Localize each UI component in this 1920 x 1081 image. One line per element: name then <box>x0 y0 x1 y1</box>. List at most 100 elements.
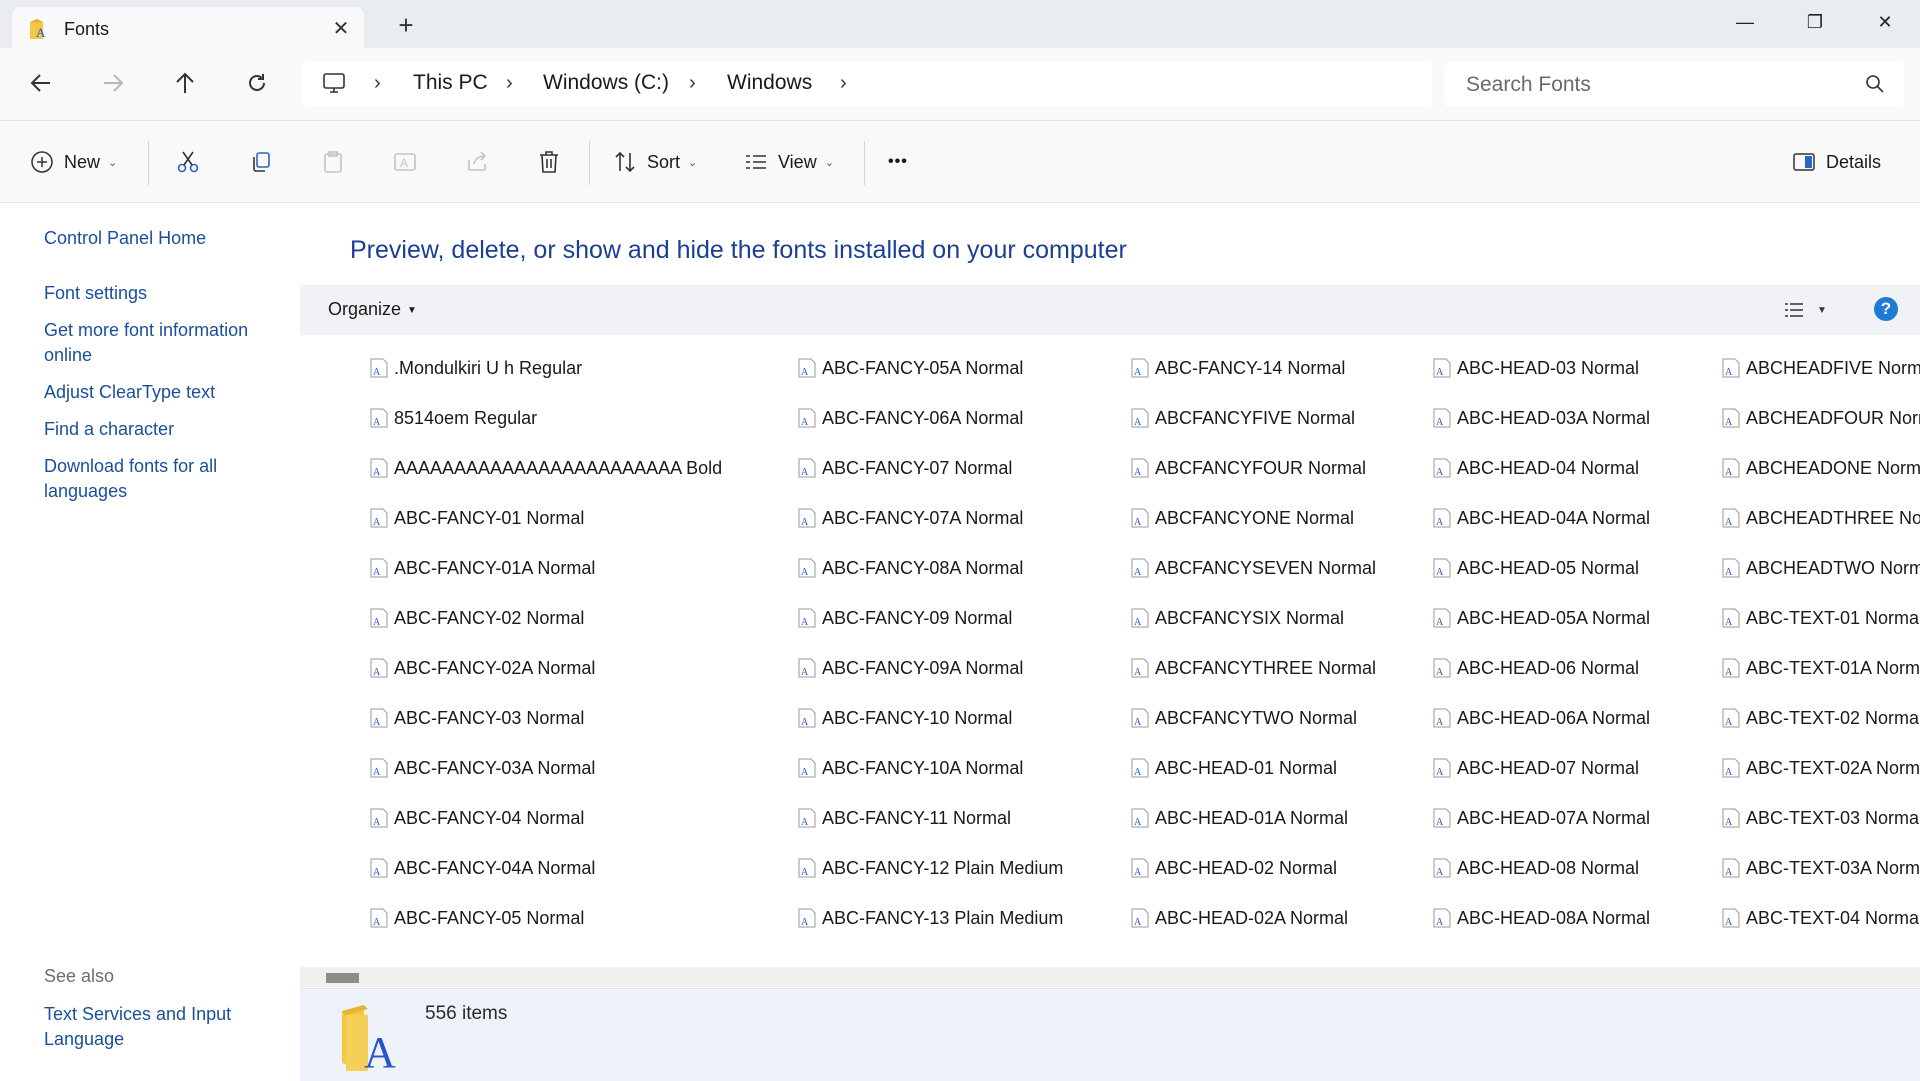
font-item[interactable]: A ABC-HEAD-07A Normal <box>1431 804 1650 832</box>
font-item[interactable]: A ABC-FANCY-12 Plain Medium <box>796 854 1063 882</box>
font-item[interactable]: A ABCFANCYTWO Normal <box>1129 704 1357 732</box>
cut-button[interactable] <box>176 143 200 181</box>
chevron-right-icon[interactable]: › <box>840 72 847 95</box>
control-panel-home-link[interactable]: Control Panel Home <box>44 226 284 251</box>
delete-button[interactable] <box>537 143 561 181</box>
font-item[interactable]: A 8514oem Regular <box>368 404 537 432</box>
font-item[interactable]: A ABC-HEAD-08 Normal <box>1431 854 1639 882</box>
font-item[interactable]: A ABC-HEAD-05A Normal <box>1431 604 1650 632</box>
up-button[interactable] <box>167 65 203 101</box>
change-view-button[interactable]: ▼ <box>1784 299 1827 320</box>
refresh-button[interactable] <box>239 65 275 101</box>
details-button[interactable]: Details <box>1792 143 1881 181</box>
close-tab-icon[interactable]: ✕ <box>328 16 354 42</box>
more-font-info-link[interactable]: Get more font information online <box>44 318 284 368</box>
font-item[interactable]: A ABC-HEAD-02A Normal <box>1129 904 1348 932</box>
font-item[interactable]: A ABC-FANCY-04 Normal <box>368 804 584 832</box>
font-item[interactable]: A ABCFANCYSEVEN Normal <box>1129 554 1376 582</box>
font-item[interactable]: A ABC-HEAD-01 Normal <box>1129 754 1337 782</box>
font-item[interactable]: A ABC-HEAD-02 Normal <box>1129 854 1337 882</box>
font-settings-link[interactable]: Font settings <box>44 281 284 306</box>
minimize-button[interactable]: — <box>1710 0 1780 44</box>
text-services-link[interactable]: Text Services and Input Language <box>44 1002 284 1052</box>
font-item[interactable]: A ABC-HEAD-05 Normal <box>1431 554 1639 582</box>
close-window-button[interactable]: ✕ <box>1850 0 1920 44</box>
font-item[interactable]: A ABCHEADFOUR Norn <box>1720 404 1920 432</box>
font-item[interactable]: A ABC-FANCY-06A Normal <box>796 404 1023 432</box>
maximize-button[interactable]: ❐ <box>1780 0 1850 44</box>
horizontal-scrollbar[interactable] <box>300 967 1920 987</box>
font-item[interactable]: A ABC-FANCY-05 Normal <box>368 904 584 932</box>
more-options-button[interactable]: ••• <box>888 143 908 181</box>
breadcrumb-this-pc[interactable]: This PC <box>413 71 488 95</box>
new-button[interactable]: New ⌄ <box>30 143 117 181</box>
font-item[interactable]: A ABC-FANCY-07A Normal <box>796 504 1023 532</box>
font-item[interactable]: A ABC-FANCY-10A Normal <box>796 754 1023 782</box>
share-button[interactable] <box>465 143 489 181</box>
font-item[interactable]: A ABC-HEAD-01A Normal <box>1129 804 1348 832</box>
font-item[interactable]: A ABC-FANCY-10 Normal <box>796 704 1012 732</box>
font-item[interactable]: A ABC-FANCY-09 Normal <box>796 604 1012 632</box>
search-box[interactable] <box>1444 61 1904 107</box>
font-item[interactable]: A ABC-FANCY-07 Normal <box>796 454 1012 482</box>
chevron-right-icon[interactable]: › <box>689 72 696 95</box>
tab-fonts[interactable]: A Fonts ✕ <box>12 7 364 48</box>
adjust-cleartype-link[interactable]: Adjust ClearType text <box>44 380 284 405</box>
font-item[interactable]: A ABCFANCYFIVE Normal <box>1129 404 1355 432</box>
font-item[interactable]: A ABC-FANCY-02 Normal <box>368 604 584 632</box>
font-item[interactable]: A ABC-FANCY-13 Plain Medium <box>796 904 1063 932</box>
font-item[interactable]: A ABC-FANCY-04A Normal <box>368 854 595 882</box>
font-item[interactable]: A ABC-TEXT-02A Norma <box>1720 754 1920 782</box>
font-item[interactable]: A ABC-TEXT-01 Normal <box>1720 604 1920 632</box>
font-item[interactable]: A ABC-TEXT-03 Normal <box>1720 804 1920 832</box>
font-item[interactable]: A ABC-TEXT-02 Normal <box>1720 704 1920 732</box>
chevron-right-icon[interactable]: › <box>374 72 381 95</box>
rename-button[interactable]: A <box>393 143 417 181</box>
font-item[interactable]: A ABCFANCYONE Normal <box>1129 504 1354 532</box>
help-icon[interactable]: ? <box>1874 297 1898 321</box>
font-item[interactable]: A ABC-HEAD-03 Normal <box>1431 354 1639 382</box>
font-item[interactable]: A ABC-FANCY-01A Normal <box>368 554 595 582</box>
download-fonts-link[interactable]: Download fonts for all languages <box>44 454 284 504</box>
font-item[interactable]: A ABC-FANCY-11 Normal <box>796 804 1011 832</box>
scrollbar-thumb[interactable] <box>326 973 359 983</box>
font-item[interactable]: A ABC-FANCY-08A Normal <box>796 554 1023 582</box>
font-item[interactable]: A ABCHEADTWO Norma <box>1720 554 1920 582</box>
chevron-right-icon[interactable]: › <box>506 72 513 95</box>
font-item[interactable]: A ABCHEADFIVE Norma <box>1720 354 1920 382</box>
forward-button[interactable] <box>95 65 131 101</box>
font-item[interactable]: A ABC-HEAD-04A Normal <box>1431 504 1650 532</box>
copy-button[interactable] <box>249 143 273 181</box>
search-input[interactable] <box>1464 70 1848 100</box>
font-item[interactable]: A ABC-HEAD-06 Normal <box>1431 654 1639 682</box>
font-item[interactable]: A ABCFANCYSIX Normal <box>1129 604 1344 632</box>
font-item[interactable]: A ABCHEADONE Norma <box>1720 454 1920 482</box>
font-item[interactable]: A ABC-HEAD-08A Normal <box>1431 904 1650 932</box>
font-item[interactable]: A AAAAAAAAAAAAAAAAAAAAAAAA Bold <box>368 454 722 482</box>
organize-menu[interactable]: Organize ▼ <box>328 299 417 320</box>
font-item[interactable]: A ABC-HEAD-04 Normal <box>1431 454 1639 482</box>
font-item[interactable]: A .Mondulkiri U h Regular <box>368 354 582 382</box>
find-character-link[interactable]: Find a character <box>44 417 284 442</box>
font-item[interactable]: A ABC-TEXT-03A Norma <box>1720 854 1920 882</box>
font-item[interactable]: A ABC-TEXT-01A Norma <box>1720 654 1920 682</box>
font-item[interactable]: A ABC-FANCY-03A Normal <box>368 754 595 782</box>
font-item[interactable]: A ABC-FANCY-05A Normal <box>796 354 1023 382</box>
font-item[interactable]: A ABC-HEAD-03A Normal <box>1431 404 1650 432</box>
font-item[interactable]: A ABCFANCYFOUR Normal <box>1129 454 1366 482</box>
font-item[interactable]: A ABC-FANCY-14 Normal <box>1129 354 1345 382</box>
font-item[interactable]: A ABC-TEXT-04 Normal <box>1720 904 1920 932</box>
breadcrumb-windows[interactable]: Windows <box>727 71 812 95</box>
font-item[interactable]: A ABC-FANCY-01 Normal <box>368 504 584 532</box>
paste-button[interactable] <box>321 143 345 181</box>
font-item[interactable]: A ABC-HEAD-06A Normal <box>1431 704 1650 732</box>
search-icon[interactable] <box>1864 73 1886 95</box>
back-button[interactable] <box>23 65 59 101</box>
breadcrumb-windows-c[interactable]: Windows (C:) <box>543 71 669 95</box>
font-item[interactable]: A ABC-FANCY-09A Normal <box>796 654 1023 682</box>
address-bar[interactable]: › This PC › Windows (C:) › Windows › <box>302 61 1432 107</box>
font-item[interactable]: A ABCFANCYTHREE Normal <box>1129 654 1376 682</box>
font-item[interactable]: A ABCHEADTHREE Norr <box>1720 504 1920 532</box>
new-tab-button[interactable]: + <box>392 12 420 40</box>
sort-button[interactable]: Sort ⌄ <box>613 143 697 181</box>
